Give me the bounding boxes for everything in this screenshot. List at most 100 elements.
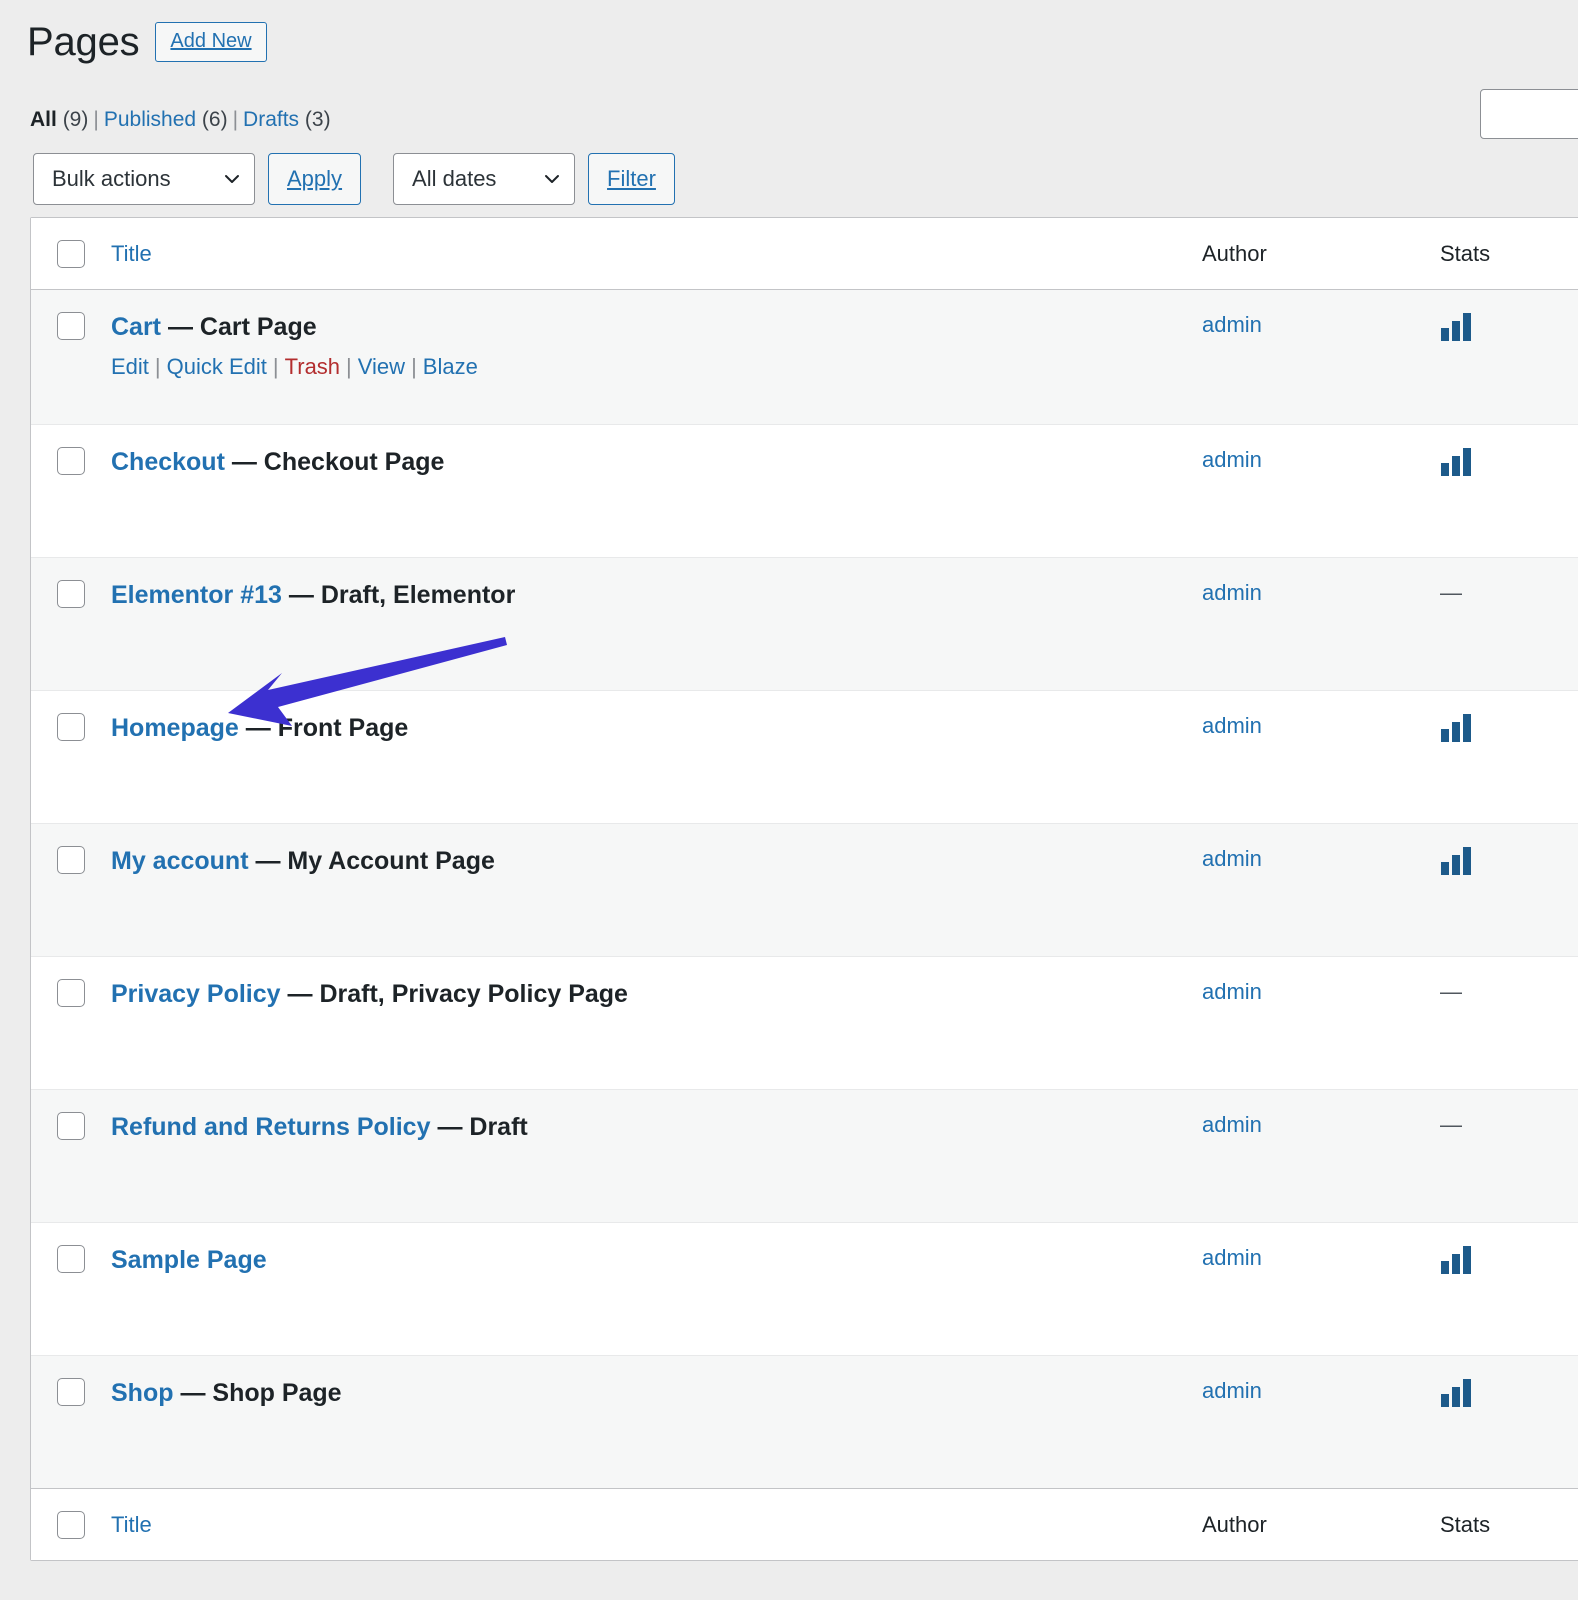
cell-title: Homepage — Front Page bbox=[111, 691, 1202, 744]
select-all-checkbox[interactable] bbox=[57, 240, 85, 268]
column-footer-title[interactable]: Title bbox=[111, 1512, 152, 1537]
cell-title: Privacy Policy — Draft, Privacy Policy P… bbox=[111, 957, 1202, 1010]
author-link[interactable]: admin bbox=[1202, 1245, 1262, 1270]
cell-stats bbox=[1440, 691, 1578, 748]
status-link-drafts[interactable]: Drafts (3) bbox=[243, 108, 331, 131]
add-new-button[interactable]: Add New bbox=[155, 22, 266, 62]
page-title-suffix: — Shop Page bbox=[180, 1379, 341, 1407]
page-title-suffix: — Draft, Elementor bbox=[289, 581, 515, 609]
cell-stats: — bbox=[1440, 957, 1578, 1005]
author-link[interactable]: admin bbox=[1202, 846, 1262, 871]
row-checkbox[interactable] bbox=[57, 846, 85, 874]
status-link-all[interactable]: All (9) bbox=[30, 108, 88, 131]
page-title-line: Elementor #13 — Draft, Elementor bbox=[111, 580, 1202, 611]
author-link[interactable]: admin bbox=[1202, 1112, 1262, 1137]
cell-author: admin bbox=[1202, 1090, 1440, 1138]
page-title-link[interactable]: Checkout bbox=[111, 448, 225, 476]
row-select-cell bbox=[31, 691, 111, 741]
row-action-quick-edit[interactable]: Quick Edit bbox=[167, 354, 267, 379]
table-body: Cart — Cart PageEdit|Quick Edit|Trash|Vi… bbox=[31, 290, 1578, 1488]
bar-chart-icon[interactable] bbox=[1440, 1378, 1472, 1413]
footer-cell-title: Title bbox=[111, 1512, 1202, 1538]
page-title-link[interactable]: Privacy Policy bbox=[111, 980, 281, 1008]
page-title-link[interactable]: Refund and Returns Policy bbox=[111, 1113, 430, 1141]
bar-chart-icon[interactable] bbox=[1440, 1245, 1472, 1280]
row-action-edit[interactable]: Edit bbox=[111, 354, 149, 379]
row-actions: Edit|Quick Edit|Trash|View|Blaze bbox=[111, 354, 1202, 380]
page-title-line: Cart — Cart Page bbox=[111, 312, 1202, 343]
apply-button[interactable]: Apply bbox=[268, 153, 361, 205]
row-checkbox[interactable] bbox=[57, 580, 85, 608]
bar-chart-icon[interactable] bbox=[1440, 846, 1472, 881]
row-select-cell bbox=[31, 1090, 111, 1140]
page-title-line: Homepage — Front Page bbox=[111, 713, 1202, 744]
stats-empty-dash: — bbox=[1440, 580, 1462, 605]
row-checkbox[interactable] bbox=[57, 713, 85, 741]
bulk-actions-select[interactable]: Bulk actions bbox=[33, 153, 255, 205]
row-checkbox[interactable] bbox=[57, 1378, 85, 1406]
cell-author: admin bbox=[1202, 824, 1440, 872]
row-checkbox[interactable] bbox=[57, 1245, 85, 1273]
chevron-down-icon bbox=[224, 171, 240, 187]
cell-title: Sample Page bbox=[111, 1223, 1202, 1276]
table-row: Elementor #13 — Draft, Elementoradmin— bbox=[31, 557, 1578, 690]
status-filter-links: All (9)|Published (6)|Drafts (3) bbox=[30, 106, 331, 133]
date-filter-value: All dates bbox=[412, 166, 496, 192]
column-header-stats: Stats bbox=[1440, 241, 1490, 266]
row-checkbox[interactable] bbox=[57, 312, 85, 340]
status-link-published[interactable]: Published (6) bbox=[104, 108, 228, 131]
page-title-line: My account — My Account Page bbox=[111, 846, 1202, 877]
page-title-suffix: — My Account Page bbox=[255, 847, 494, 875]
date-filter-select[interactable]: All dates bbox=[393, 153, 575, 205]
bar-chart-icon[interactable] bbox=[1440, 713, 1472, 748]
filter-button[interactable]: Filter bbox=[588, 153, 675, 205]
page-title-link[interactable]: Homepage bbox=[111, 714, 239, 742]
row-action-trash[interactable]: Trash bbox=[285, 354, 340, 379]
row-action-view[interactable]: View bbox=[358, 354, 405, 379]
cell-title: Checkout — Checkout Page bbox=[111, 425, 1202, 478]
cell-author: admin bbox=[1202, 1223, 1440, 1271]
page-title-line: Checkout — Checkout Page bbox=[111, 447, 1202, 478]
author-link[interactable]: admin bbox=[1202, 447, 1262, 472]
cell-author: admin bbox=[1202, 558, 1440, 606]
cell-author: admin bbox=[1202, 691, 1440, 739]
page-title-link[interactable]: Elementor #13 bbox=[111, 581, 282, 609]
page-title-suffix: — Draft, Privacy Policy Page bbox=[288, 980, 628, 1008]
row-checkbox[interactable] bbox=[57, 1112, 85, 1140]
page-title-link[interactable]: Cart bbox=[111, 313, 161, 341]
bar-chart-icon[interactable] bbox=[1440, 447, 1472, 482]
cell-stats bbox=[1440, 824, 1578, 881]
table-footer-row: Title Author Stats bbox=[31, 1488, 1578, 1560]
author-link[interactable]: admin bbox=[1202, 312, 1262, 337]
separator: | bbox=[88, 108, 103, 131]
author-link[interactable]: admin bbox=[1202, 1378, 1262, 1403]
table-row: Homepage — Front Pageadmin bbox=[31, 690, 1578, 823]
row-select-cell bbox=[31, 290, 111, 340]
table-row: My account — My Account Pageadmin bbox=[31, 823, 1578, 956]
page-title-line: Shop — Shop Page bbox=[111, 1378, 1202, 1409]
page-title-line: Refund and Returns Policy — Draft bbox=[111, 1112, 1202, 1143]
footer-cell-stats: Stats bbox=[1440, 1512, 1578, 1538]
page-title-link[interactable]: My account bbox=[111, 847, 249, 875]
page-title-link[interactable]: Sample Page bbox=[111, 1246, 267, 1274]
page-title-link[interactable]: Shop bbox=[111, 1379, 174, 1407]
author-link[interactable]: admin bbox=[1202, 713, 1262, 738]
page-header: Pages Add New bbox=[27, 20, 267, 64]
table-row: Checkout — Checkout Pageadmin bbox=[31, 424, 1578, 557]
separator: | bbox=[405, 354, 423, 379]
search-input[interactable] bbox=[1480, 89, 1578, 139]
row-checkbox[interactable] bbox=[57, 979, 85, 1007]
author-link[interactable]: admin bbox=[1202, 979, 1262, 1004]
author-link[interactable]: admin bbox=[1202, 580, 1262, 605]
cell-author: admin bbox=[1202, 425, 1440, 473]
column-header-author: Author bbox=[1202, 241, 1267, 266]
separator: | bbox=[340, 354, 358, 379]
row-action-blaze[interactable]: Blaze bbox=[423, 354, 478, 379]
column-header-title[interactable]: Title bbox=[111, 241, 152, 266]
table-row: Privacy Policy — Draft, Privacy Policy P… bbox=[31, 956, 1578, 1089]
select-all-checkbox-footer[interactable] bbox=[57, 1511, 85, 1539]
page-title-line: Sample Page bbox=[111, 1245, 1202, 1276]
row-checkbox[interactable] bbox=[57, 447, 85, 475]
separator: | bbox=[149, 354, 167, 379]
bar-chart-icon[interactable] bbox=[1440, 312, 1472, 347]
